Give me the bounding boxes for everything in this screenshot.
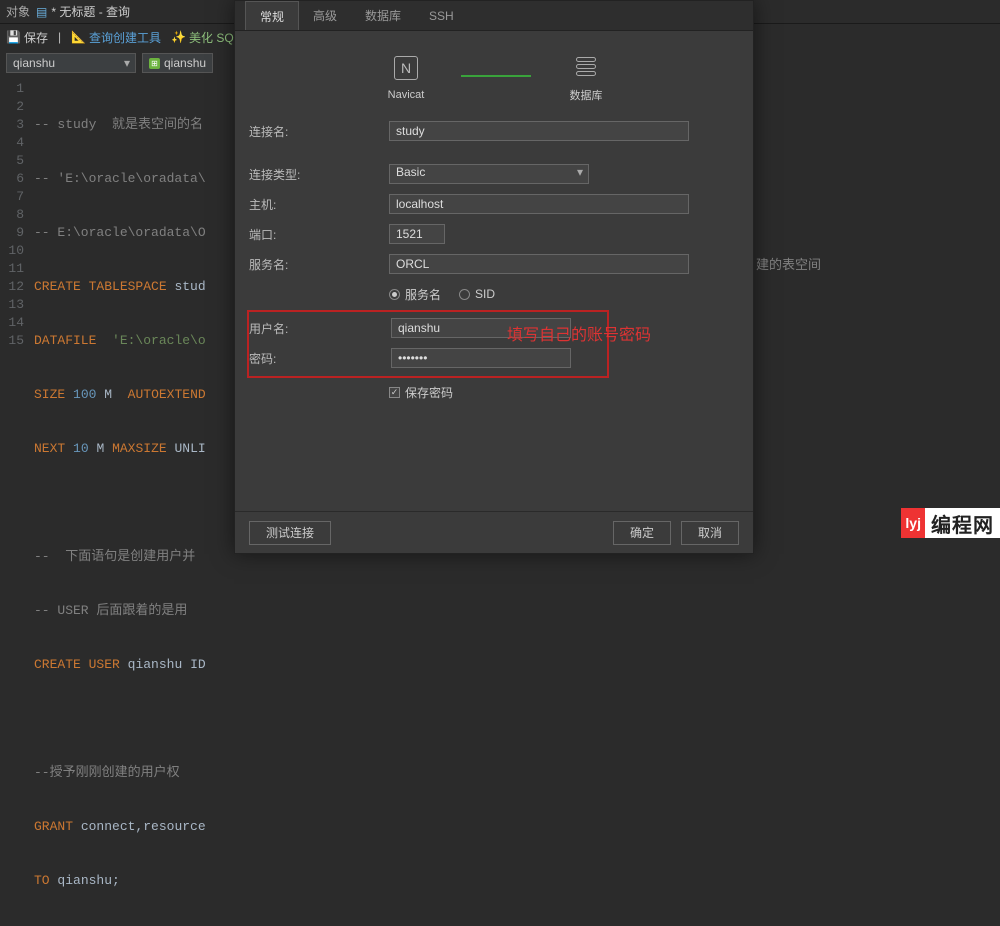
connection-dialog: 常规 高级 数据库 SSH N Navicat 数据库 连接名: 连接类型: B… (234, 0, 754, 554)
query-builder-button[interactable]: 📐查询创建工具 (71, 29, 161, 46)
database-label: 数据库 (570, 87, 603, 103)
tab-advanced[interactable]: 高级 (299, 1, 351, 30)
password-input[interactable] (391, 348, 571, 368)
connection-line-icon (461, 75, 531, 77)
conn-name-input[interactable] (389, 121, 689, 141)
tab-query[interactable]: ▤ * 无标题 - 查询 (36, 3, 130, 20)
annotation-text: 填写自己的账号密码 (507, 321, 651, 345)
pass-label: 密码: (249, 350, 391, 367)
dialog-footer: 测试连接 确定 取消 (235, 511, 753, 553)
logo-badge: lyj (901, 508, 925, 538)
connection-select[interactable]: qianshu (6, 53, 136, 73)
navicat-icon: N (394, 56, 418, 80)
schema-select[interactable]: ⊞qianshu (142, 53, 213, 73)
conn-type-label: 连接类型: (249, 166, 389, 183)
host-label: 主机: (249, 196, 389, 213)
save-password-checkbox[interactable]: ✓保存密码 (389, 384, 453, 401)
connection-diagram: N Navicat 数据库 (249, 45, 743, 117)
tab-general[interactable]: 常规 (245, 1, 299, 30)
partial-comment-text: 建的表空间 (756, 254, 821, 273)
service-label: 服务名: (249, 256, 389, 273)
tab-title-text: * 无标题 - 查询 (51, 3, 130, 20)
tab-database[interactable]: 数据库 (351, 1, 415, 30)
port-label: 端口: (249, 226, 389, 243)
host-input[interactable] (389, 194, 689, 214)
port-input[interactable] (389, 224, 445, 244)
cancel-button[interactable]: 取消 (681, 521, 739, 545)
database-icon (576, 57, 596, 76)
beautify-sql-button[interactable]: ✨美化 SQL (171, 29, 240, 46)
user-label: 用户名: (249, 320, 391, 337)
save-button[interactable]: 💾保存 (6, 29, 48, 46)
schema-icon: ⊞ (149, 58, 160, 69)
conn-type-select[interactable]: Basic (389, 164, 589, 184)
navicat-label: Navicat (388, 89, 425, 101)
ok-button[interactable]: 确定 (613, 521, 671, 545)
dialog-tabs: 常规 高级 数据库 SSH (235, 1, 753, 31)
logo-text: 编程网 (925, 509, 1000, 538)
service-input[interactable] (389, 254, 689, 274)
conn-name-label: 连接名: (249, 123, 389, 140)
site-watermark: lyj 编程网 (901, 508, 1000, 538)
tab-ssh[interactable]: SSH (415, 1, 468, 30)
tab-objects[interactable]: 对象 (6, 3, 30, 20)
line-gutter: 123456789101112131415 (0, 76, 30, 554)
test-connection-button[interactable]: 测试连接 (249, 521, 331, 545)
radio-service-name[interactable]: 服务名 (389, 286, 441, 303)
radio-sid[interactable]: SID (459, 287, 495, 301)
query-file-icon: ▤ (36, 5, 47, 19)
